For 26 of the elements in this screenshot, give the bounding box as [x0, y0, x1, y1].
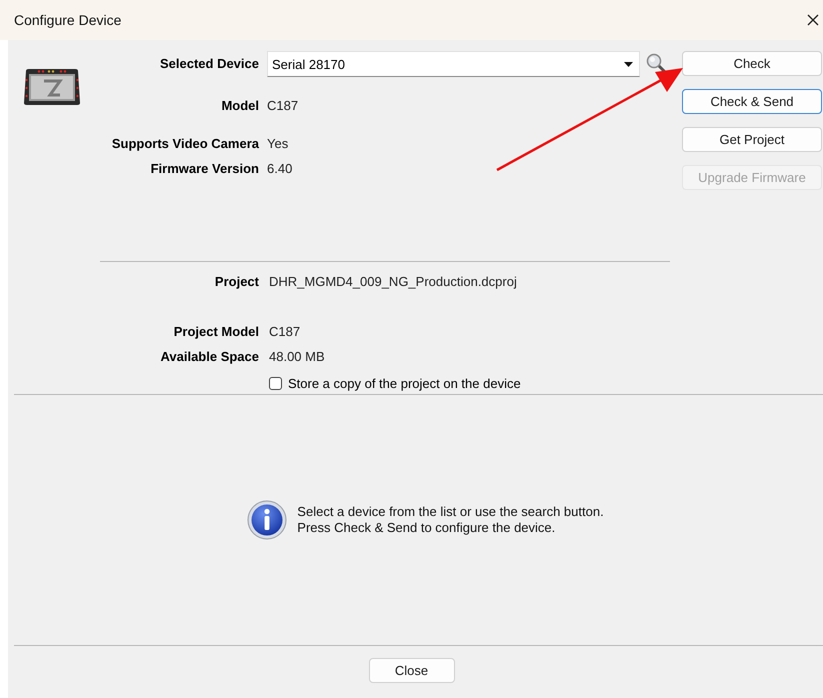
device-icon — [22, 68, 82, 106]
close-button[interactable]: Close — [368, 658, 454, 683]
field-label: Firmware Version — [150, 160, 259, 178]
field-label: Project — [214, 273, 259, 291]
field-value: C187 — [267, 97, 298, 115]
info-message: Select a device from the list or use the search button. Press Check & Send to configure the device. — [297, 504, 604, 536]
action-button[interactable]: Check — [682, 51, 822, 76]
close-icon[interactable] — [807, 14, 819, 26]
field-value: DHR_MGMD4_009_NG_Production.dcproj — [269, 273, 517, 291]
field-label: Available Space — [160, 348, 259, 366]
field-value: 6.40 — [267, 160, 292, 178]
field-value: C187 — [269, 323, 300, 341]
info-icon — [247, 500, 288, 540]
field-label: Project Model — [174, 323, 259, 341]
action-button[interactable]: Get Project — [682, 127, 822, 152]
field-label: Supports Video Camera — [112, 135, 259, 153]
action-button[interactable]: Check & Send — [682, 89, 822, 114]
field-value: 48.00 MB — [269, 348, 325, 366]
field-label: Model — [221, 97, 259, 115]
checkbox[interactable] — [269, 376, 282, 390]
caret-icon — [624, 62, 633, 66]
field-label: Selected Device — [160, 55, 259, 73]
device-dropdown[interactable]: Serial 28170 — [267, 51, 640, 77]
window-title: Configure Device — [14, 12, 122, 28]
field-value: Yes — [267, 135, 288, 153]
checkbox-label[interactable]: Store a copy of the project on the device — [288, 376, 521, 390]
